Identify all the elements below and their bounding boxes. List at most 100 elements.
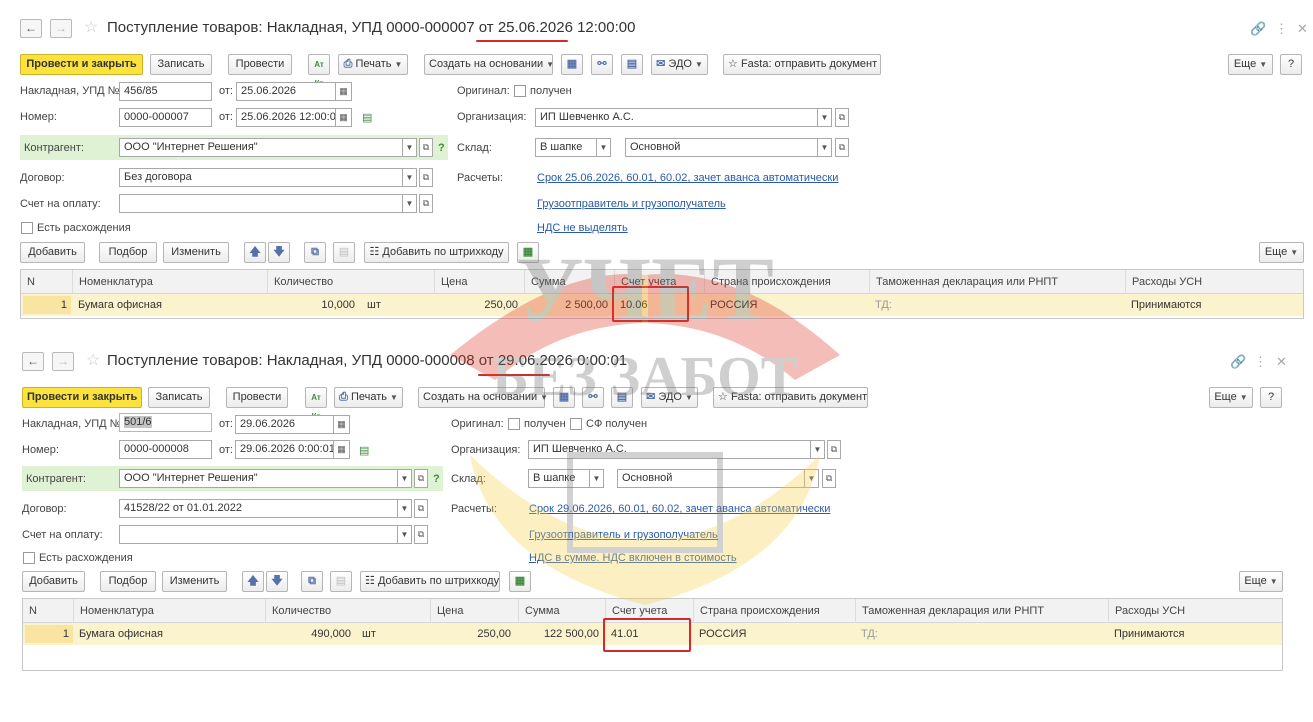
- open-icon[interactable]: ⧉: [419, 138, 433, 157]
- excel-load-button[interactable]: ▦: [509, 571, 531, 592]
- calendar-icon[interactable]: ▦: [336, 108, 352, 127]
- row-price[interactable]: 250,00: [430, 623, 511, 645]
- fasta-send-button[interactable]: ☆ Fasta: отправить документ: [713, 387, 868, 408]
- save-button[interactable]: Записать: [150, 54, 212, 75]
- organization-input[interactable]: ИП Шевченко А.С.: [528, 440, 811, 459]
- invoice-no-input[interactable]: 456/85: [119, 82, 212, 101]
- row-sum[interactable]: 122 500,00: [518, 623, 599, 645]
- column-header-usn[interactable]: Расходы УСН: [1108, 599, 1282, 623]
- print-button[interactable]: ⎙ Печать ▼: [338, 54, 408, 75]
- calendar-icon[interactable]: ▦: [334, 415, 350, 434]
- shipper-consignee-link[interactable]: Грузоотправитель и грузополучатель: [537, 197, 726, 211]
- settlements-link[interactable]: Срок 25.06.2026, 60.01, 60.02, зачет ава…: [537, 171, 838, 185]
- add-row-button[interactable]: Добавить: [20, 242, 85, 263]
- add-by-barcode-button[interactable]: ☷ Добавить по штрихкоду: [360, 571, 500, 592]
- column-header-sum[interactable]: Сумма: [518, 599, 605, 623]
- column-header-price[interactable]: Цена: [430, 599, 518, 623]
- column-header-n[interactable]: N: [21, 270, 72, 294]
- help-button[interactable]: ?: [1260, 387, 1282, 408]
- row-customs[interactable]: ТД:: [875, 294, 1115, 316]
- change-button[interactable]: Изменить: [163, 242, 229, 263]
- save-button[interactable]: Записать: [148, 387, 210, 408]
- chevron-down-icon[interactable]: ▼: [398, 525, 412, 544]
- dt-kt-button[interactable]: АтКт: [308, 54, 330, 88]
- open-icon[interactable]: ⧉: [419, 194, 433, 213]
- invoice-no-input[interactable]: 501/6: [119, 413, 212, 432]
- contract-input[interactable]: Без договора: [119, 168, 403, 187]
- set-time-icon[interactable]: ▤: [362, 111, 372, 124]
- column-header-sum[interactable]: Сумма: [524, 270, 614, 294]
- chevron-down-icon[interactable]: ▼: [403, 194, 417, 213]
- create-based-on-button[interactable]: Создать на основании ▼: [418, 387, 548, 408]
- payment-invoice-input[interactable]: [119, 194, 403, 213]
- invoice-date-input[interactable]: 29.06.2026: [235, 415, 334, 434]
- chevron-down-icon[interactable]: ▼: [805, 469, 819, 488]
- counterparty-input[interactable]: ООО "Интернет Решения": [119, 469, 398, 488]
- excel-load-button[interactable]: ▦: [517, 242, 539, 263]
- attach-button[interactable]: ⚯: [591, 54, 613, 75]
- attach-button[interactable]: ⚯: [582, 387, 604, 408]
- help-question-icon[interactable]: ?: [433, 472, 440, 486]
- number-date-input[interactable]: 29.06.2026 0:00:01: [235, 440, 334, 459]
- row-unit[interactable]: шт: [362, 623, 402, 645]
- open-icon[interactable]: ⧉: [419, 168, 433, 187]
- column-header-customs[interactable]: Таможенная декларация или РНПТ: [855, 599, 1108, 623]
- number-input[interactable]: 0000-000008: [119, 440, 212, 459]
- help-button[interactable]: ?: [1280, 54, 1302, 75]
- shipper-consignee-link[interactable]: Грузоотправитель и грузополучатель: [529, 528, 718, 542]
- move-up-button[interactable]: 🡅: [242, 571, 264, 592]
- copy-row-button[interactable]: ⧉: [301, 571, 323, 592]
- more-menu-icon[interactable]: ⋮: [1254, 355, 1267, 369]
- column-header-country[interactable]: Страна происхождения: [693, 599, 855, 623]
- calendar-icon[interactable]: ▦: [336, 82, 352, 101]
- print-button[interactable]: ⎙ Печать ▼: [334, 387, 403, 408]
- discrepancies-checkbox[interactable]: [23, 552, 35, 564]
- column-header-item[interactable]: Номенклатура: [72, 270, 267, 294]
- number-input[interactable]: 0000-000007: [119, 108, 212, 127]
- chevron-down-icon[interactable]: ▼: [597, 138, 611, 157]
- row-item[interactable]: Бумага офисная: [79, 623, 259, 645]
- forward-arrow-icon[interactable]: →: [50, 19, 72, 38]
- row-usn[interactable]: Принимаются: [1131, 294, 1301, 316]
- post-button[interactable]: Провести: [228, 54, 292, 75]
- chevron-down-icon[interactable]: ▼: [590, 469, 604, 488]
- open-icon[interactable]: ⧉: [414, 525, 428, 544]
- close-icon[interactable]: ✕: [1297, 22, 1308, 36]
- post-and-close-button[interactable]: Провести и закрыть: [22, 387, 142, 408]
- row-country[interactable]: РОССИЯ: [710, 294, 860, 316]
- link-icon[interactable]: 🔗: [1230, 355, 1246, 369]
- journal-button[interactable]: ▤: [621, 54, 643, 75]
- row-price[interactable]: 250,00: [434, 294, 518, 316]
- row-quantity[interactable]: 490,000: [265, 623, 351, 645]
- chevron-down-icon[interactable]: ▼: [398, 499, 412, 518]
- open-icon[interactable]: ⧉: [414, 499, 428, 518]
- chevron-down-icon[interactable]: ▼: [811, 440, 825, 459]
- create-based-on-button[interactable]: Создать на основании ▼: [424, 54, 554, 75]
- warehouse-input[interactable]: Основной: [617, 469, 805, 488]
- chevron-down-icon[interactable]: ▼: [818, 138, 832, 157]
- edo-button[interactable]: ✉ ЭДО ▼: [641, 387, 698, 408]
- open-icon[interactable]: ⧉: [827, 440, 841, 459]
- column-header-country[interactable]: Страна происхождения: [704, 270, 869, 294]
- close-icon[interactable]: ✕: [1276, 355, 1287, 369]
- settlements-link[interactable]: Срок 29.06.2026, 60.01, 60.02, зачет ава…: [529, 502, 830, 516]
- warehouse-input[interactable]: Основной: [625, 138, 818, 157]
- original-received-checkbox[interactable]: [514, 85, 526, 97]
- chevron-down-icon[interactable]: ▼: [818, 108, 832, 127]
- payment-invoice-input[interactable]: [119, 525, 398, 544]
- structure-button[interactable]: ▦: [561, 54, 583, 75]
- change-button[interactable]: Изменить: [162, 571, 227, 592]
- add-by-barcode-button[interactable]: ☷ Добавить по штрихкоду: [364, 242, 509, 263]
- post-button[interactable]: Провести: [226, 387, 288, 408]
- back-arrow-icon[interactable]: ←: [22, 352, 44, 371]
- column-header-quantity[interactable]: Количество: [267, 270, 434, 294]
- open-icon[interactable]: ⧉: [835, 108, 849, 127]
- column-header-item[interactable]: Номенклатура: [73, 599, 265, 623]
- row-sum[interactable]: 2 500,00: [524, 294, 608, 316]
- row-unit[interactable]: шт: [367, 294, 407, 316]
- number-date-input[interactable]: 25.06.2026 12:00:00: [236, 108, 336, 127]
- post-and-close-button[interactable]: Провести и закрыть: [20, 54, 143, 75]
- open-icon[interactable]: ⧉: [822, 469, 836, 488]
- paste-row-button[interactable]: ▤: [333, 242, 355, 263]
- table-more-button[interactable]: Еще ▼: [1239, 571, 1283, 592]
